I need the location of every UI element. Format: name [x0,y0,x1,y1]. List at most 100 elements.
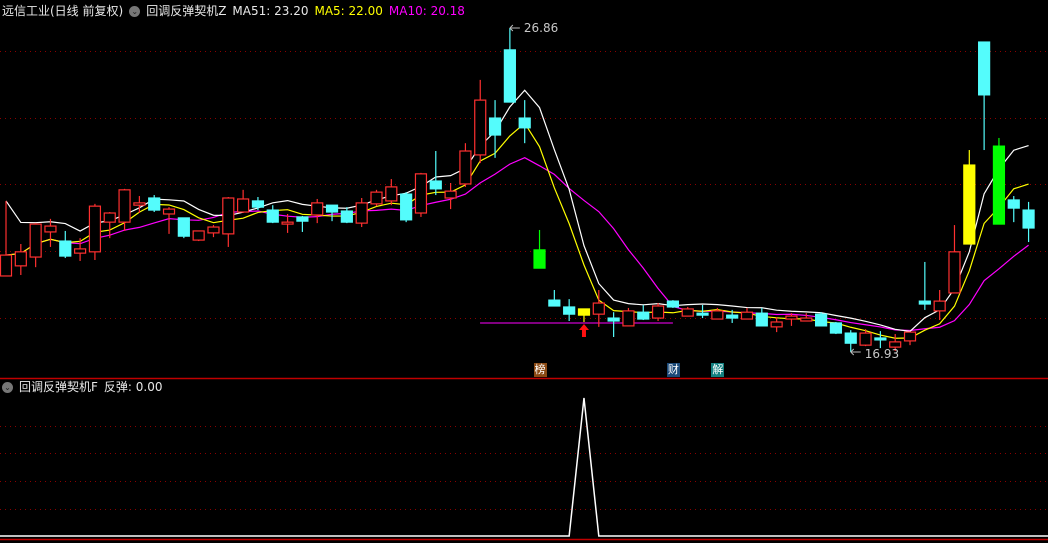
sub-indicator-plot [0,397,1048,537]
candle-body [29,223,42,258]
candle-body [785,315,798,320]
candle [251,197,265,211]
ma5-line [5,122,1029,339]
candle [637,305,650,321]
candle [829,321,843,335]
candle-body [474,99,487,156]
candle [459,143,472,187]
main-chart-header: 远信工业(日线 前复权) ⌄ 回调反弹契机Z MA51: 23.20 MA5: … [2,3,465,19]
rebound-signal-line [0,397,1048,537]
candle-body [637,311,650,320]
candle-body [711,310,724,320]
candle [755,307,768,327]
candle [311,198,324,224]
candle-body [14,251,27,267]
candle-body [103,212,116,223]
badge-cai[interactable]: 财 [666,363,680,377]
candle [177,217,190,239]
low-price-label: 16.93 [865,347,899,361]
candle [918,261,931,310]
sub-chart-header: ⌄ 回调反弹契机F 反弹: 0.00 [2,379,162,395]
candle-body [192,230,205,241]
candle-body [177,217,190,237]
candle [503,28,516,103]
ma10-value: MA10: 20.18 [388,4,465,18]
candle [385,179,398,206]
candle-body [548,299,561,307]
badge-jie[interactable]: 解 [711,363,725,377]
candle [800,313,813,322]
candle-body [311,202,324,216]
candle-body [755,312,768,327]
candle [192,230,205,242]
candle-body [681,308,694,317]
candle-body [607,317,620,322]
sub-indicator-menu-chevron-icon[interactable]: ⌄ [2,381,13,393]
sub-indicator-value: 反弹: 0.00 [103,380,163,394]
candle-body [59,240,72,257]
candle-body [340,210,353,223]
candle [429,151,442,196]
buy-signal-arrow-icon [578,323,589,337]
candle-body [355,202,368,224]
candle [14,244,27,275]
candle-body [592,302,605,315]
indicator-menu-chevron-icon[interactable]: ⌄ [129,5,141,17]
candle [770,317,783,333]
high-price-label: 26.86 [524,21,558,35]
candle-body [400,193,413,221]
candle [814,312,828,327]
candle-body [73,248,87,254]
candle [681,306,694,317]
candle [266,205,279,224]
ma10-line [5,156,1029,332]
moving-average-lines [5,89,1029,339]
candle-body [666,300,680,308]
candle [844,330,857,352]
candle-body [266,209,279,223]
candle-body [800,317,813,322]
kline-chart[interactable]: 26.86 16.93 [0,0,1048,543]
candle-body [325,204,339,213]
candle-body [148,197,161,211]
candle [533,229,546,269]
candle [325,204,339,222]
candle-body [44,225,57,233]
candle-body [740,311,754,320]
candle-body [429,180,442,190]
candle [400,192,413,223]
candle-body [814,313,828,327]
candle [148,195,161,213]
candle-body [459,150,472,185]
candle [207,225,220,238]
ma51-line [5,89,1029,332]
candle [296,215,309,232]
candle [237,189,250,214]
candle [592,290,605,327]
candle-body [903,331,917,342]
candle-body [622,310,635,327]
candle-body [251,200,265,208]
candle-body [948,251,961,294]
candle [651,303,665,322]
candle [963,150,976,245]
candle [740,307,754,320]
candle [992,137,1006,225]
candle-body [503,49,516,103]
candle-body [488,117,502,136]
candle [59,230,72,259]
candle [518,100,531,144]
sub-indicator-name[interactable]: 回调反弹契机F [19,379,98,395]
candle [666,300,680,308]
candles [0,28,1035,352]
candle-body [918,300,931,305]
ma51-value: MA51: 23.20 [232,4,309,18]
indicator-name[interactable]: 回调反弹契机Z [146,3,226,19]
candle-body [859,332,872,346]
candle [0,200,13,277]
candle-body [963,164,976,245]
candle-body [1022,209,1035,229]
badge-bang[interactable]: 榜 [533,363,547,377]
candle [978,41,991,151]
candle-body [844,332,857,344]
